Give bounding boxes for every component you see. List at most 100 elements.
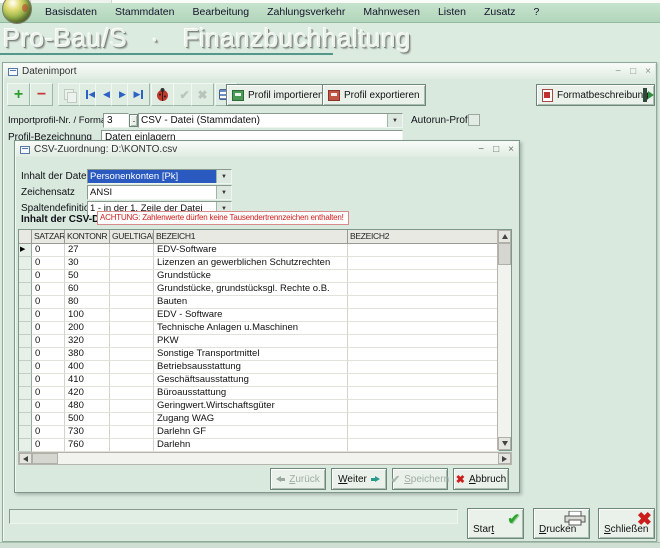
- row-selector[interactable]: [19, 348, 32, 361]
- row-selector[interactable]: [19, 413, 32, 426]
- import-icon: [232, 90, 244, 101]
- table-cell: Sonstige Transportmittel: [154, 348, 348, 361]
- row-selector[interactable]: [19, 400, 32, 413]
- table-cell: 0: [32, 348, 65, 361]
- profil-importieren-button[interactable]: Profil importieren: [226, 84, 330, 106]
- menu-listen[interactable]: Listen: [429, 4, 475, 21]
- schliessen-button[interactable]: Schließen ✖: [598, 508, 655, 539]
- abbruch-button[interactable]: ✖ Abbruch: [453, 468, 509, 490]
- remove-button[interactable]: −: [30, 83, 53, 106]
- nav-last-button[interactable]: ▶: [127, 83, 150, 106]
- scroll-left-icon[interactable]: [19, 453, 32, 464]
- start-button[interactable]: Start ✔: [467, 508, 524, 539]
- weiter-label: Weiter: [338, 474, 367, 485]
- row-selector[interactable]: [19, 257, 32, 270]
- row-selector[interactable]: [19, 283, 32, 296]
- header-satzart[interactable]: SATZART: [32, 230, 65, 244]
- menu-zahlungsverkehr[interactable]: Zahlungsverkehr: [258, 4, 354, 21]
- row-selector[interactable]: [19, 374, 32, 387]
- datenimport-titlebar[interactable]: Datenimport − □ ×: [4, 64, 655, 79]
- dialog-maximize-icon[interactable]: □: [493, 145, 499, 155]
- row-selector[interactable]: [19, 322, 32, 335]
- pdf-icon: [542, 89, 553, 102]
- scroll-up-icon[interactable]: [498, 230, 511, 243]
- row-selector[interactable]: [19, 426, 32, 439]
- table-row[interactable]: 050Grundstücke: [19, 270, 511, 283]
- inhalt-combobox[interactable]: Personenkonten [Pk] ▼: [87, 169, 232, 184]
- table-row[interactable]: 080Bauten: [19, 296, 511, 309]
- table-row[interactable]: 0410Geschäftsausstattung: [19, 374, 511, 387]
- row-selector[interactable]: [19, 387, 32, 400]
- header-gueltigab[interactable]: GUELTIGAB: [110, 230, 154, 244]
- zeichensatz-combobox[interactable]: ANSI ▼: [87, 185, 232, 200]
- bug-button[interactable]: [151, 83, 174, 106]
- format-combobox[interactable]: CSV - Datei (Stammdaten) ▼: [138, 113, 403, 128]
- table-row[interactable]: 0200Technische Anlagen u.Maschinen: [19, 322, 511, 335]
- table-row[interactable]: 0420Büroausstattung: [19, 387, 511, 400]
- table-cell: [110, 296, 154, 309]
- table-cell: [110, 257, 154, 270]
- zurueck-button[interactable]: Zurück: [270, 468, 326, 490]
- menu-stammdaten[interactable]: Stammdaten: [106, 4, 184, 21]
- vertical-scroll-thumb[interactable]: [498, 243, 511, 265]
- lookup-button[interactable]: ..: [129, 114, 138, 127]
- chevron-down-icon[interactable]: ▼: [216, 186, 231, 199]
- table-row[interactable]: 0400Betriebsausstattung: [19, 361, 511, 374]
- row-selector[interactable]: ▶: [19, 244, 32, 257]
- table-cell: 0: [32, 244, 65, 257]
- weiter-button[interactable]: Weiter: [331, 468, 387, 490]
- row-selector[interactable]: [19, 309, 32, 322]
- row-selector[interactable]: [19, 270, 32, 283]
- header-bezeich1[interactable]: BEZEICH1: [154, 230, 348, 244]
- menu-basisdaten[interactable]: Basisdaten: [36, 4, 106, 21]
- table-cell: [348, 426, 499, 439]
- vertical-scrollbar[interactable]: [497, 230, 511, 450]
- table-row[interactable]: 0380Sonstige Transportmittel: [19, 348, 511, 361]
- maximize-icon[interactable]: □: [630, 67, 636, 77]
- close-icon[interactable]: ×: [645, 67, 651, 77]
- profil-exportieren-button[interactable]: Profil exportieren: [322, 84, 426, 106]
- menu-help[interactable]: ?: [525, 4, 549, 21]
- add-button[interactable]: +: [7, 83, 30, 106]
- row-selector[interactable]: [19, 296, 32, 309]
- table-cell: [110, 439, 154, 452]
- table-row[interactable]: 060Grundstücke, grundstücksgl. Rechte o.…: [19, 283, 511, 296]
- scroll-right-icon[interactable]: [498, 453, 511, 464]
- exit-button[interactable]: [643, 85, 659, 104]
- table-cell: 80: [65, 296, 110, 309]
- menu-zusatz[interactable]: Zusatz: [475, 4, 525, 21]
- table-row[interactable]: 0320PKW: [19, 335, 511, 348]
- row-selector[interactable]: [19, 361, 32, 374]
- menu-bearbeitung[interactable]: Bearbeitung: [183, 4, 258, 21]
- header-kontonr[interactable]: KONTONR: [65, 230, 110, 244]
- table-row[interactable]: 0500Zugang WAG: [19, 413, 511, 426]
- minimize-icon[interactable]: −: [615, 67, 621, 77]
- table-row[interactable]: 030Lizenzen an gewerblichen Schutzrechte…: [19, 257, 511, 270]
- speichern-button[interactable]: ✔ Speichern: [392, 468, 448, 490]
- csv-dialog-titlebar[interactable]: CSV-Zuordnung: D:\KONTO.csv − □ ×: [16, 142, 518, 157]
- table-cell: [110, 335, 154, 348]
- table-cell: Grundstücke, grundstücksgl. Rechte o.B.: [154, 283, 348, 296]
- header-bezeich2[interactable]: BEZEICH2: [348, 230, 499, 244]
- table-row[interactable]: ▶027EDV-Software: [19, 244, 511, 257]
- formatbeschreibung-button[interactable]: Formatbeschreibung: [536, 84, 655, 106]
- horizontal-scroll-thumb[interactable]: [32, 453, 58, 464]
- table-row[interactable]: 0730Darlehn GF: [19, 426, 511, 439]
- importprofil-nr-input[interactable]: [103, 113, 129, 128]
- row-selector[interactable]: [19, 335, 32, 348]
- scroll-down-icon[interactable]: [498, 437, 511, 450]
- chevron-down-icon[interactable]: ▼: [387, 114, 402, 127]
- chevron-down-icon[interactable]: ▼: [216, 170, 231, 183]
- menu-mahnwesen[interactable]: Mahnwesen: [354, 4, 429, 21]
- copy-button[interactable]: [58, 83, 81, 106]
- row-selector[interactable]: [19, 439, 32, 452]
- dialog-minimize-icon[interactable]: −: [478, 145, 484, 155]
- horizontal-scrollbar[interactable]: [18, 452, 512, 465]
- drucken-button[interactable]: Drucken: [533, 508, 590, 539]
- dialog-close-icon[interactable]: ×: [508, 145, 514, 155]
- autorun-checkbox[interactable]: [468, 114, 480, 126]
- table-row[interactable]: 0760Darlehn: [19, 439, 511, 452]
- cancel-button[interactable]: ✖: [191, 83, 214, 106]
- table-row[interactable]: 0100EDV - Software: [19, 309, 511, 322]
- table-row[interactable]: 0480Geringwert.Wirtschaftsgüter: [19, 400, 511, 413]
